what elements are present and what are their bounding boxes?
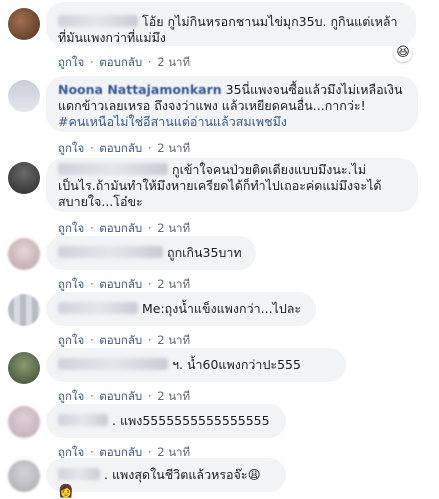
timestamp[interactable]: 2 นาที <box>157 389 190 403</box>
avatar[interactable] <box>8 80 40 112</box>
avatar[interactable] <box>8 352 40 384</box>
avatar[interactable] <box>8 460 40 492</box>
separator: · <box>89 221 94 235</box>
comment-bubble: Me:ถุงน้ำแข็งแพงกว่า...ไปละ <box>46 292 316 326</box>
separator: · <box>89 141 94 155</box>
comment-text: Me:ถุงน้ำแข็งแพงกว่า...ไปละ <box>142 301 302 316</box>
reply-link[interactable]: ตอบกลับ <box>99 445 142 459</box>
like-link[interactable]: ถูกใจ <box>58 277 84 291</box>
comment-author[interactable] <box>58 163 168 175</box>
separator: · <box>89 277 94 291</box>
timestamp[interactable]: 2 นาที <box>157 55 190 69</box>
avatar[interactable] <box>8 406 40 438</box>
reply-link[interactable]: ตอบกลับ <box>99 55 142 69</box>
comment-actions: ถูกใจ · ตอบกลับ · 2 นาที <box>58 54 192 72</box>
like-link[interactable]: ถูกใจ <box>58 141 84 155</box>
reply-link[interactable]: ตอบกลับ <box>99 389 142 403</box>
comment-bubble: . แพง5555555555555555 <box>46 404 286 438</box>
separator: · <box>147 141 152 155</box>
comment-bubble: Noona Nattajamonkarn 35นี่แพงจนซื้อแล้วม… <box>46 76 418 132</box>
separator: · <box>147 333 152 347</box>
separator: · <box>89 389 94 403</box>
comment-bubble: โอ้ย กูไม่กินหรอกชานมไข่มุก35บ. กูกินแต่… <box>46 2 416 46</box>
reply-link[interactable]: ตอบกลับ <box>99 333 142 347</box>
separator: · <box>147 221 152 235</box>
comment-author[interactable] <box>58 246 163 258</box>
comment-bubble: ถูกเกิน35บาท <box>46 236 256 270</box>
reply-link[interactable]: ตอบกลับ <box>99 221 142 235</box>
like-link[interactable]: ถูกใจ <box>58 221 84 235</box>
comment-bubble: กูเข้าใจคนป่วยติดเตียงแบบมึงนะ.ไม่เป็นไร… <box>46 158 418 212</box>
like-link[interactable]: ถูกใจ <box>58 55 84 69</box>
timestamp[interactable]: 2 นาที <box>157 277 190 291</box>
separator: · <box>89 333 94 347</box>
reaction-haha-icon[interactable]: 😆 <box>394 44 412 62</box>
separator: · <box>147 445 152 459</box>
reply-link[interactable]: ตอบกลับ <box>99 277 142 291</box>
comment-author[interactable] <box>58 358 168 370</box>
hashtag-link[interactable]: #คนเหนือไม่ใช่อีสานแต่อ่านแล้วสมเพชมึง <box>58 114 287 129</box>
reply-link[interactable]: ตอบกลับ <box>99 141 142 155</box>
separator: · <box>147 55 152 69</box>
avatar[interactable] <box>8 238 40 270</box>
timestamp[interactable]: 2 นาที <box>157 445 190 459</box>
comment-author[interactable] <box>58 302 138 314</box>
comment-bubble: . แพงสุดในชีวิตแล้วหรอจ๊ะ😩👩 <box>46 458 286 498</box>
avatar[interactable] <box>8 8 40 40</box>
separator: · <box>89 55 94 69</box>
timestamp[interactable]: 2 นาที <box>157 141 190 155</box>
comment-text: ฯ. น้ำ60แพงกว่าปะ555 <box>172 357 301 372</box>
avatar[interactable] <box>8 294 40 326</box>
separator: · <box>147 389 152 403</box>
timestamp[interactable]: 2 นาที <box>157 333 190 347</box>
avatar[interactable] <box>8 162 40 194</box>
like-link[interactable]: ถูกใจ <box>58 389 84 403</box>
comment-text: ถูกเกิน35บาท <box>167 245 242 260</box>
timestamp[interactable]: 2 นาที <box>157 221 190 235</box>
separator: · <box>89 445 94 459</box>
comment-author[interactable] <box>58 468 100 480</box>
comment-bubble: ฯ. น้ำ60แพงกว่าปะ555 <box>46 348 346 382</box>
comment-actions: ถูกใจ · ตอบกลับ · 2 นาที <box>58 140 192 158</box>
comment-author[interactable] <box>58 414 108 426</box>
comment-author[interactable] <box>58 15 138 27</box>
like-link[interactable]: ถูกใจ <box>58 333 84 347</box>
like-link[interactable]: ถูกใจ <box>58 445 84 459</box>
comment-author[interactable]: Noona Nattajamonkarn <box>58 82 222 97</box>
comment-text: . แพง5555555555555555 <box>112 413 270 428</box>
separator: · <box>147 277 152 291</box>
